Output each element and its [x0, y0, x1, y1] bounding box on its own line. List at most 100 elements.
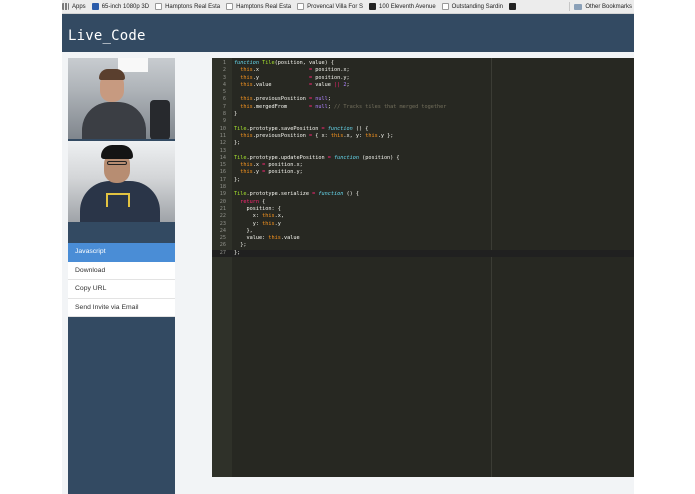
- code-text: position: {: [234, 205, 281, 212]
- code-text: this.mergedFrom = null; // Tracks tiles …: [240, 103, 447, 110]
- code-text: Tile.prototype.serialize = function () {: [234, 191, 359, 198]
- code-line[interactable]: 11 this.previousPosition = { x: this.x, …: [212, 133, 634, 140]
- line-number: 16: [219, 169, 226, 176]
- bookmark-item[interactable]: Outstanding Sardin: [441, 3, 504, 10]
- bookmark-label: 65-inch 1080p 3D: [101, 3, 150, 10]
- menu-item-javascript[interactable]: Javascript: [68, 243, 175, 262]
- code-text: }: [234, 111, 238, 118]
- code-line[interactable]: 5: [212, 89, 634, 96]
- menu-item-send-invite[interactable]: Send Invite via Email: [68, 298, 175, 317]
- line-number: 2: [222, 67, 226, 74]
- bookmark-item[interactable]: 65-inch 1080p 3D: [91, 3, 150, 10]
- line-number: 7: [222, 103, 226, 110]
- code-line[interactable]: 23 y: this.y: [212, 221, 634, 228]
- code-text: x: this.x,: [234, 213, 284, 220]
- code-text: };: [234, 249, 241, 256]
- menu-item-download[interactable]: Download: [68, 261, 175, 280]
- other-bookmarks[interactable]: Other Bookmarks: [569, 2, 632, 11]
- bookmark-label: Outstanding Sardin: [451, 3, 504, 10]
- line-number: 13: [219, 147, 226, 154]
- code-editor[interactable]: 1 function Tile(position, value) {2 this.…: [212, 58, 634, 477]
- line-number: 9: [222, 118, 226, 125]
- line-number: 22: [219, 213, 226, 220]
- code-line[interactable]: 12};: [212, 140, 634, 147]
- line-number: 18: [219, 184, 226, 191]
- line-number: 25: [219, 235, 226, 242]
- code-line[interactable]: 19 Tile.prototype.serialize = function ()…: [212, 191, 634, 198]
- code-line[interactable]: 17};: [212, 177, 634, 184]
- code-text: Tile.prototype.updatePosition = function…: [234, 154, 400, 161]
- page-icon: [509, 3, 517, 10]
- code-text: this.y = position.y;: [240, 74, 350, 81]
- page-icon: [155, 3, 163, 10]
- code-line[interactable]: 21 position: {: [212, 206, 634, 213]
- bookmark-item[interactable]: Hamptons Real Esta: [155, 3, 220, 10]
- code-line[interactable]: 27};: [212, 250, 634, 257]
- person-hair: [99, 69, 125, 80]
- code-line[interactable]: 7 this.mergedFrom = null; // Tracks tile…: [212, 104, 634, 111]
- code-text: this.y = position.y;: [240, 169, 303, 176]
- code-text: this.x = position.x;: [240, 162, 303, 169]
- line-number: 20: [219, 198, 226, 205]
- line-number: 27: [219, 249, 226, 256]
- line-number: 5: [222, 89, 226, 96]
- bookmark-item[interactable]: 100 Eleventh Avenue: [369, 3, 436, 10]
- code-text: value: this.value: [234, 235, 300, 242]
- code-text: };: [234, 140, 241, 147]
- other-bookmarks-label: Other Bookmarks: [585, 3, 632, 10]
- code-line[interactable]: 18: [212, 184, 634, 191]
- menu-item-copy-url[interactable]: Copy URL: [68, 280, 175, 299]
- code-line[interactable]: 13: [212, 148, 634, 155]
- code-text: this.value = value || 2;: [240, 81, 350, 88]
- line-number: 23: [219, 220, 226, 227]
- chair: [150, 100, 170, 139]
- line-number: 24: [219, 227, 226, 234]
- code-text: this.previousPosition = { x: this.x, y: …: [240, 132, 394, 139]
- bookmark-label: Provencal Villa For S: [307, 3, 364, 10]
- code-line[interactable]: 25 value: this.value: [212, 235, 634, 242]
- code-text: y: this.y: [234, 220, 281, 227]
- code-line[interactable]: 8}: [212, 111, 634, 118]
- code-line[interactable]: 2 this.x = position.x;: [212, 67, 634, 74]
- bookmark-label: 100 Eleventh Avenue: [379, 3, 436, 10]
- sidebar: Javascript Download Copy URL Send Invite…: [68, 58, 175, 494]
- code-line[interactable]: 4 this.value = value || 2;: [212, 82, 634, 89]
- person-hair: [101, 145, 133, 159]
- ceiling-light: [118, 58, 148, 72]
- bookmark-extra[interactable]: [509, 3, 519, 10]
- code-text: this.x = position.x;: [240, 67, 350, 74]
- code-line[interactable]: 16 this.y = position.y;: [212, 169, 634, 176]
- sidebar-menu: Javascript Download Copy URL Send Invite…: [68, 243, 175, 317]
- code-text: function Tile(position, value) {: [234, 60, 334, 66]
- code-line[interactable]: 22 x: this.x,: [212, 213, 634, 220]
- bookmark-label: Hamptons Real Esta: [165, 3, 221, 10]
- line-number: 8: [222, 111, 226, 118]
- bookmark-apps[interactable]: Apps: [62, 3, 86, 10]
- code-line[interactable]: 9: [212, 118, 634, 125]
- code-text: return {: [240, 198, 266, 205]
- video-feed-local: [68, 58, 175, 139]
- bookmark-item[interactable]: Hamptons Real Esta: [226, 3, 291, 10]
- glasses: [107, 161, 127, 165]
- page-icon: [441, 3, 449, 10]
- line-number: 15: [219, 162, 226, 169]
- app-title: Live_Code: [68, 28, 146, 44]
- apps-grid-icon: [62, 3, 69, 10]
- code-line[interactable]: 26 };: [212, 242, 634, 249]
- code-line[interactable]: 24 },: [212, 228, 634, 235]
- line-number: 12: [219, 140, 226, 147]
- page-icon: [226, 3, 234, 10]
- code-line[interactable]: 3 this.y = position.y;: [212, 75, 634, 82]
- code-line[interactable]: 6 this.previousPosition = null;: [212, 96, 634, 103]
- code-line[interactable]: 14 Tile.prototype.updatePosition = functi…: [212, 155, 634, 162]
- line-number: 3: [222, 74, 226, 81]
- bookmarks-bar: Apps 65-inch 1080p 3D Hamptons Real Esta…: [62, 0, 634, 14]
- bookmark-item[interactable]: Provencal Villa For S: [297, 3, 363, 10]
- line-number: 1: [222, 60, 226, 66]
- code-line[interactable]: 20 return {: [212, 199, 634, 206]
- code-text: Tile.prototype.savePosition = function (…: [234, 125, 369, 132]
- line-number: 14: [219, 154, 226, 161]
- code-line[interactable]: 15 this.x = position.x;: [212, 162, 634, 169]
- code-line[interactable]: 1 function Tile(position, value) {: [212, 60, 634, 67]
- code-line[interactable]: 10 Tile.prototype.savePosition = function…: [212, 126, 634, 133]
